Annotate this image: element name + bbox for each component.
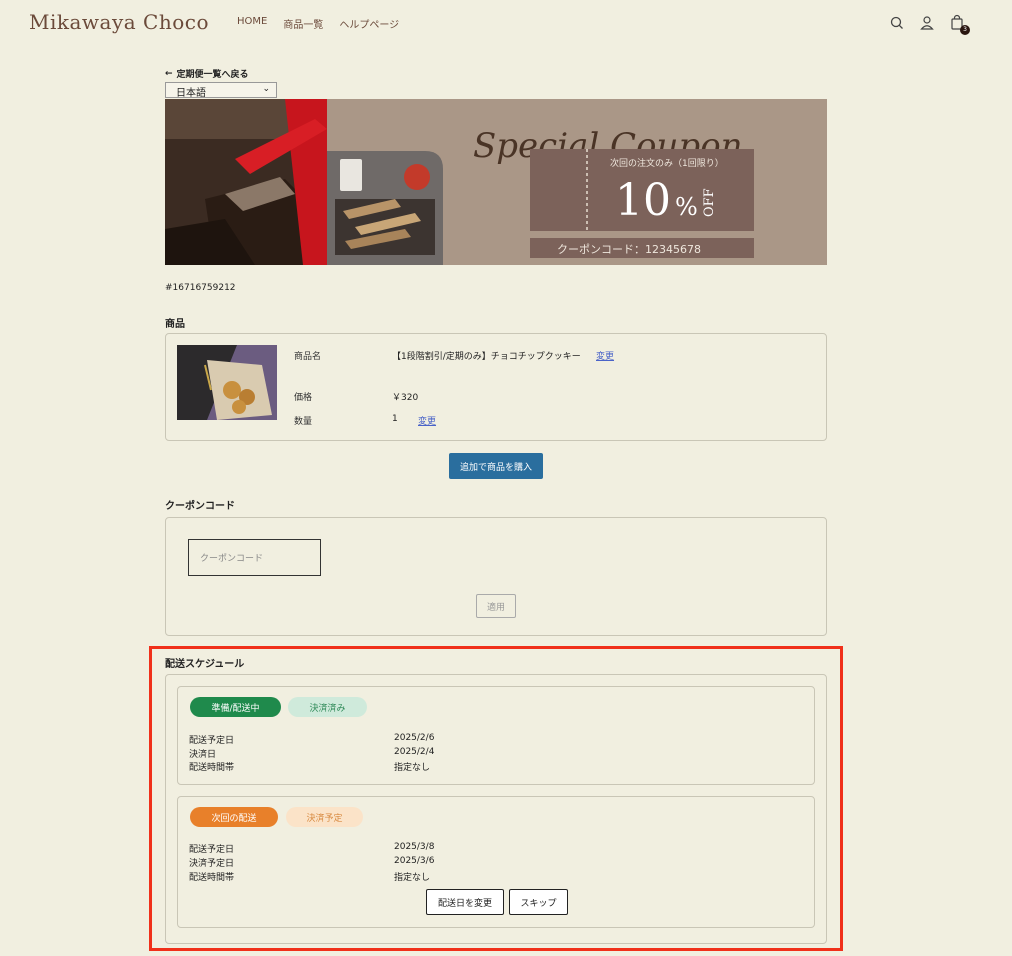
nav-home[interactable]: HOME — [237, 16, 267, 31]
product-card: 商品名 【1段階割引/定期のみ】チョコチップクッキー 変更 価格 ￥320 数量… — [165, 333, 827, 441]
product-section-title: 商品 — [165, 319, 185, 330]
arrow-left-icon: ← — [165, 68, 173, 79]
back-link-label: 定期便一覧へ戻る — [176, 70, 249, 80]
banner-artwork: Special Coupon 次回の注文のみ（1回限り） 10 % OFF クー… — [165, 99, 827, 265]
quantity-value: 1 — [392, 414, 398, 424]
header-icons: 3 — [889, 14, 970, 35]
price-label: 価格 — [294, 393, 313, 403]
banner-percent: 10 — [615, 175, 671, 226]
banner-note: 次回の注文のみ（1回限り） — [610, 157, 724, 169]
coupon-banner: Special Coupon 次回の注文のみ（1回限り） 10 % OFF クー… — [165, 99, 827, 265]
language-value: 日本語 — [176, 88, 206, 99]
cart-icon[interactable]: 3 — [949, 14, 970, 35]
banner-code: クーポンコード：12345678 — [557, 243, 701, 256]
product-image — [177, 345, 277, 420]
back-to-list-link[interactable]: ← 定期便一覧へ戻る — [165, 67, 249, 81]
nav-help[interactable]: ヘルプページ — [339, 16, 399, 31]
quantity-label: 数量 — [294, 417, 313, 427]
site-logo[interactable]: Mikawaya Choco — [29, 10, 209, 34]
order-id: #16716759212 — [165, 283, 236, 293]
price-value: ￥320 — [392, 393, 419, 403]
site-header: Mikawaya Choco HOME 商品一覧 ヘルプページ 3 — [0, 0, 1012, 48]
product-name-value: 【1段階割引/定期のみ】チョコチップクッキー — [392, 352, 581, 362]
main-nav: HOME 商品一覧 ヘルプページ — [237, 16, 399, 31]
coupon-code-input[interactable]: クーポンコード — [188, 539, 321, 576]
change-product-link[interactable]: 変更 — [596, 349, 614, 362]
banner-off: OFF — [702, 188, 717, 217]
banner-percent-sign: % — [675, 193, 698, 221]
apply-coupon-button[interactable]: 適用 — [476, 594, 516, 618]
cart-count-badge: 3 — [960, 25, 970, 35]
coupon-card: クーポンコード 適用 — [165, 517, 827, 636]
highlight-box — [149, 646, 843, 951]
add-product-button[interactable]: 追加で商品を購入 — [449, 453, 543, 479]
coupon-section-title: クーポンコード — [165, 501, 235, 512]
product-name-label: 商品名 — [294, 352, 322, 362]
chevron-down-icon: ⌄ — [262, 84, 270, 94]
language-select[interactable]: 日本語 ⌄ — [165, 82, 277, 99]
change-quantity-link[interactable]: 変更 — [418, 414, 436, 427]
nav-products[interactable]: 商品一覧 — [283, 16, 323, 31]
search-icon[interactable] — [889, 14, 905, 32]
account-icon[interactable] — [919, 14, 935, 32]
